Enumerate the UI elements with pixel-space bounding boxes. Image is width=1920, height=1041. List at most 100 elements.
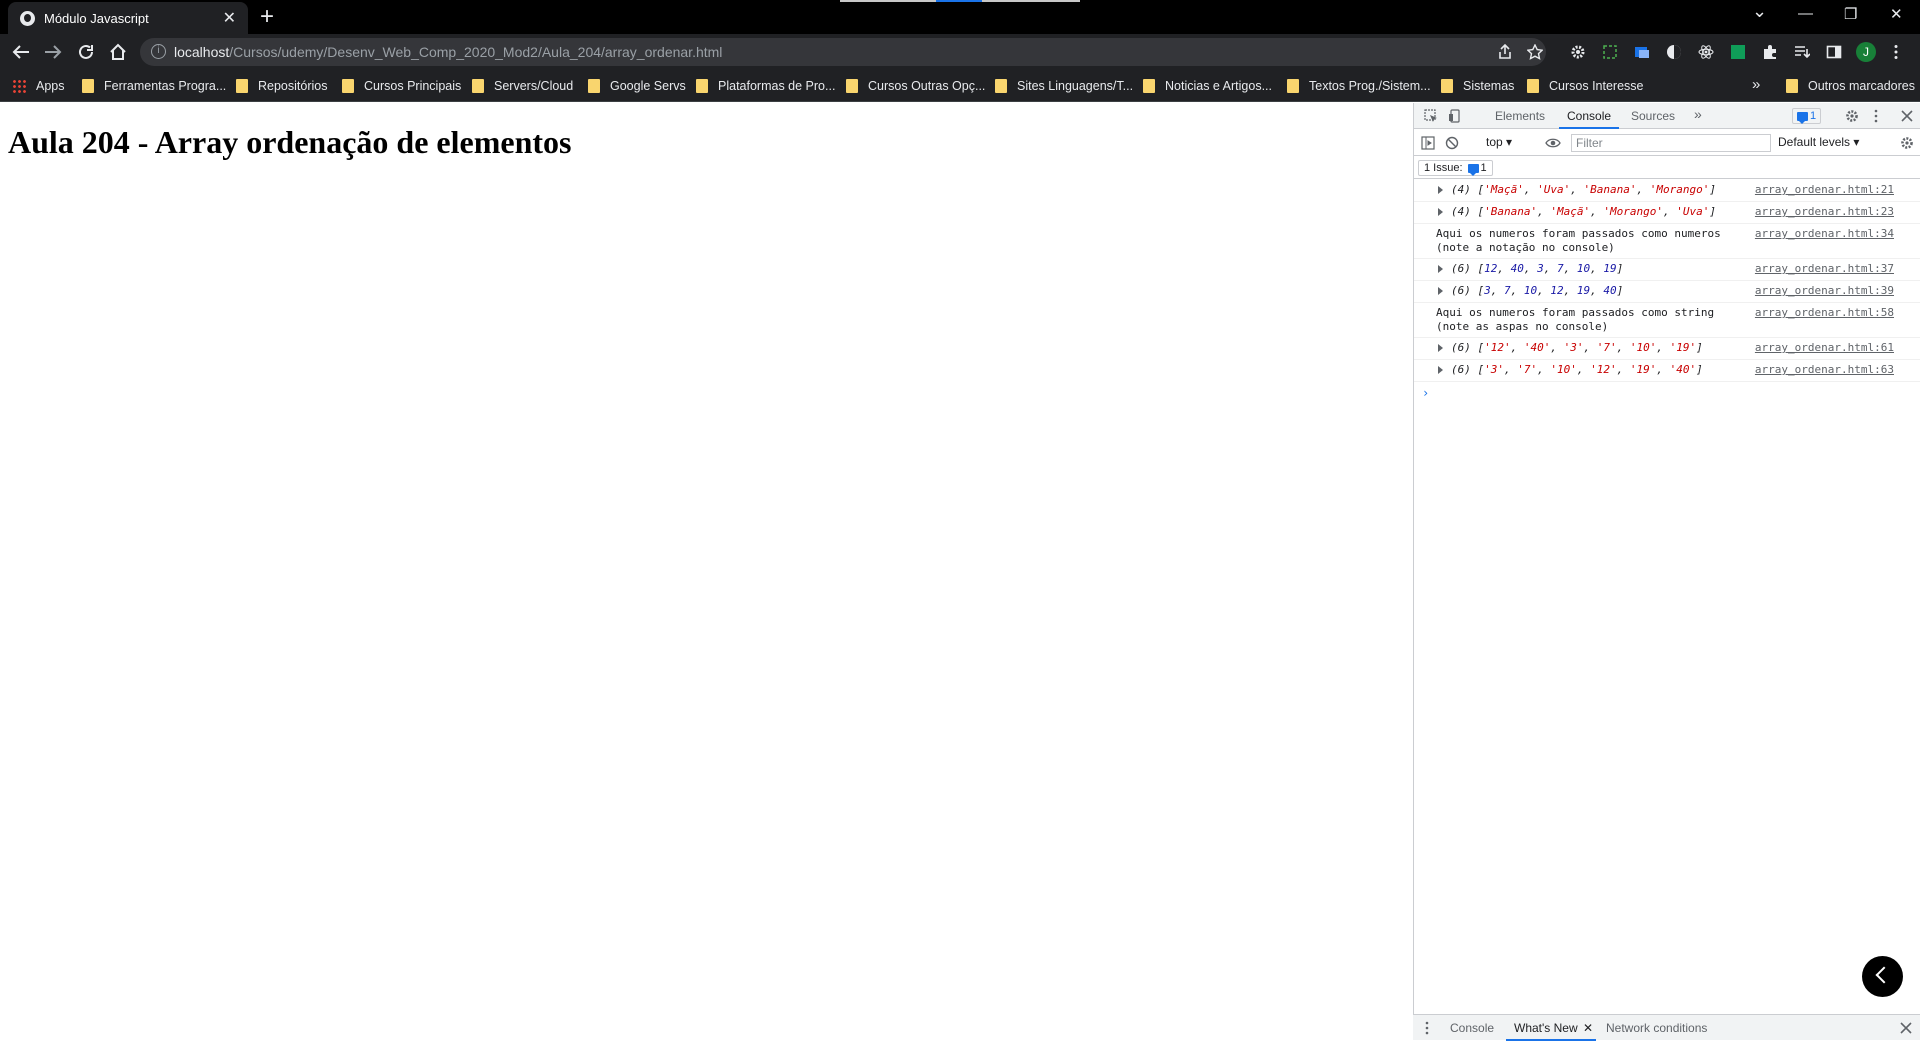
bookmark-item[interactable]: Ferramentas Progra... (82, 77, 226, 95)
device-toolbar-icon[interactable] (1448, 109, 1462, 123)
expand-arrow-icon[interactable] (1438, 265, 1443, 273)
devtools-tab-sources[interactable]: Sources (1631, 109, 1675, 123)
collapse-panel-button[interactable] (1862, 956, 1903, 997)
devtools-settings-icon[interactable] (1845, 109, 1859, 123)
array-item: 19 (1576, 284, 1591, 297)
bookmark-item[interactable]: Cursos Outras Opç... (846, 77, 985, 95)
site-info-icon[interactable]: i (151, 44, 166, 59)
more-tabs-button[interactable]: » (1694, 106, 1702, 122)
source-link[interactable]: array_ordenar.html:58 (1755, 306, 1894, 319)
expand-arrow-icon[interactable] (1438, 287, 1443, 295)
drawer-close-icon[interactable] (1899, 1021, 1913, 1035)
share-icon[interactable] (1497, 44, 1513, 60)
expand-arrow-icon[interactable] (1438, 344, 1443, 352)
console-array-value[interactable]: (6) ['12', '40', '3', '7', '10', '19'] (1451, 341, 1703, 354)
console-array-value[interactable]: (4) ['Banana', 'Maçã', 'Morango', 'Uva'] (1451, 205, 1716, 218)
bookmark-item[interactable]: Sites Linguagens/T... (995, 77, 1133, 95)
bookmark-star-icon[interactable] (1527, 44, 1543, 60)
console-toolbar: top ▾ Filter Default levels ▾ (1414, 130, 1920, 156)
drawer-tab-close-button[interactable]: ✕ (1583, 1021, 1593, 1035)
expand-arrow-icon[interactable] (1438, 208, 1443, 216)
bookmark-item[interactable]: Textos Prog./Sistem... (1287, 77, 1431, 95)
console-array-value[interactable]: (6) [3, 7, 10, 12, 19, 40] (1451, 284, 1623, 297)
issues-link[interactable]: 1 Issue: 1 (1418, 160, 1493, 176)
extension-window-icon[interactable] (1634, 44, 1650, 60)
source-link[interactable]: array_ordenar.html:21 (1755, 183, 1894, 196)
issues-badge[interactable]: 1 (1792, 108, 1822, 124)
other-bookmarks-folder[interactable]: Outros marcadores (1786, 77, 1915, 95)
window-close-button[interactable]: ✕ (1890, 5, 1903, 23)
console-settings-icon[interactable] (1900, 136, 1914, 150)
new-tab-button[interactable]: + (260, 3, 274, 31)
extension-dark-mode-icon[interactable] (1666, 44, 1682, 60)
expand-arrow-icon[interactable] (1438, 366, 1443, 374)
message-icon (1467, 163, 1479, 176)
source-link[interactable]: array_ordenar.html:37 (1755, 262, 1894, 275)
source-link[interactable]: array_ordenar.html:63 (1755, 363, 1894, 376)
array-item: '19' (1669, 341, 1697, 354)
forward-button[interactable] (44, 44, 62, 60)
bookmark-item[interactable]: Repositórios (236, 77, 327, 95)
extension-green-icon[interactable] (1730, 44, 1746, 60)
bookmark-item[interactable]: Plataformas de Pro... (696, 77, 835, 95)
clear-console-icon[interactable] (1445, 136, 1459, 150)
console-prompt-row[interactable]: › (1414, 382, 1920, 404)
bookmarks-overflow-button[interactable]: » (1752, 75, 1760, 93)
home-button[interactable] (109, 43, 127, 61)
title-bar: Módulo Javascript ✕ + ⌄ — ❐ ✕ (0, 0, 1920, 34)
back-button[interactable] (12, 44, 30, 60)
source-link[interactable]: array_ordenar.html:23 (1755, 205, 1894, 218)
source-link[interactable]: array_ordenar.html:39 (1755, 284, 1894, 297)
url-text[interactable]: localhost/Cursos/udemy/Desenv_Web_Comp_2… (174, 44, 722, 60)
sidebar-toggle-icon[interactable] (1421, 136, 1435, 150)
console-array-value[interactable]: (6) ['3', '7', '10', '12', '19', '40'] (1451, 363, 1703, 376)
log-levels-select[interactable]: Default levels ▾ (1778, 135, 1859, 149)
live-expression-eye-icon[interactable] (1545, 136, 1561, 150)
folder-icon (696, 79, 708, 93)
restore-button[interactable]: ❐ (1844, 5, 1857, 23)
profile-avatar[interactable]: J (1856, 42, 1876, 62)
console-array-value[interactable]: (4) ['Maçã', 'Uva', 'Banana', 'Morango'] (1451, 183, 1716, 196)
devtools-tab-elements[interactable]: Elements (1495, 109, 1545, 123)
expand-arrow-icon[interactable] (1438, 186, 1443, 194)
drawer-tab-whats-new[interactable]: What's New (1506, 1021, 1596, 1041)
bookmark-item[interactable]: Sistemas (1441, 77, 1514, 95)
extension-react-icon[interactable] (1698, 44, 1714, 60)
tab-close-button[interactable]: ✕ (223, 8, 236, 28)
page-load-indicator (840, 0, 1080, 2)
bookmark-item[interactable]: Noticias e Artigos... (1143, 77, 1272, 95)
folder-icon (472, 79, 484, 93)
chrome-menu-icon[interactable] (1893, 44, 1909, 60)
browser-tab[interactable]: Módulo Javascript ✕ (8, 2, 248, 34)
extension-capture-icon[interactable] (1602, 44, 1618, 60)
reading-list-icon[interactable] (1794, 44, 1810, 60)
bookmark-item[interactable]: Cursos Interesse (1527, 77, 1643, 95)
inspect-element-icon[interactable] (1424, 109, 1438, 123)
bookmark-item[interactable]: Apps (12, 77, 65, 95)
console-message-text: Aqui os numeros foram passados como nume… (1436, 227, 1721, 240)
devtools-tab-console[interactable]: Console (1558, 109, 1620, 129)
minimize-button[interactable]: — (1798, 5, 1813, 22)
drawer-menu-icon[interactable] (1425, 1021, 1439, 1035)
bookmark-item[interactable]: Google Servs (588, 77, 686, 95)
tab-search-button[interactable]: ⌄ (1752, 1, 1767, 22)
address-bar[interactable]: i localhost/Cursos/udemy/Desenv_Web_Comp… (140, 38, 1546, 66)
drawer-tab-network-conditions[interactable]: Network conditions (1606, 1021, 1707, 1035)
drawer-tab-console[interactable]: Console (1450, 1021, 1494, 1035)
context-select[interactable]: top ▾ (1486, 135, 1512, 149)
bookmark-label: Plataformas de Pro... (718, 79, 836, 93)
source-link[interactable]: array_ordenar.html:61 (1755, 341, 1894, 354)
reload-button[interactable] (77, 43, 95, 61)
devtools-close-icon[interactable] (1900, 109, 1914, 123)
side-panel-icon[interactable] (1826, 44, 1842, 60)
extension-gear-icon[interactable] (1570, 44, 1586, 60)
bookmark-item[interactable]: Servers/Cloud (472, 77, 573, 95)
array-item: 19 (1603, 262, 1617, 275)
console-filter-input[interactable]: Filter (1571, 134, 1771, 152)
devtools-menu-icon[interactable] (1874, 109, 1888, 123)
bookmark-item[interactable]: Cursos Principais (342, 77, 461, 95)
console-array-value[interactable]: (6) [12, 40, 3, 7, 10, 19] (1451, 262, 1623, 275)
extensions-puzzle-icon[interactable] (1762, 44, 1778, 60)
source-link[interactable]: array_ordenar.html:34 (1755, 227, 1894, 240)
folder-icon (1527, 79, 1539, 93)
